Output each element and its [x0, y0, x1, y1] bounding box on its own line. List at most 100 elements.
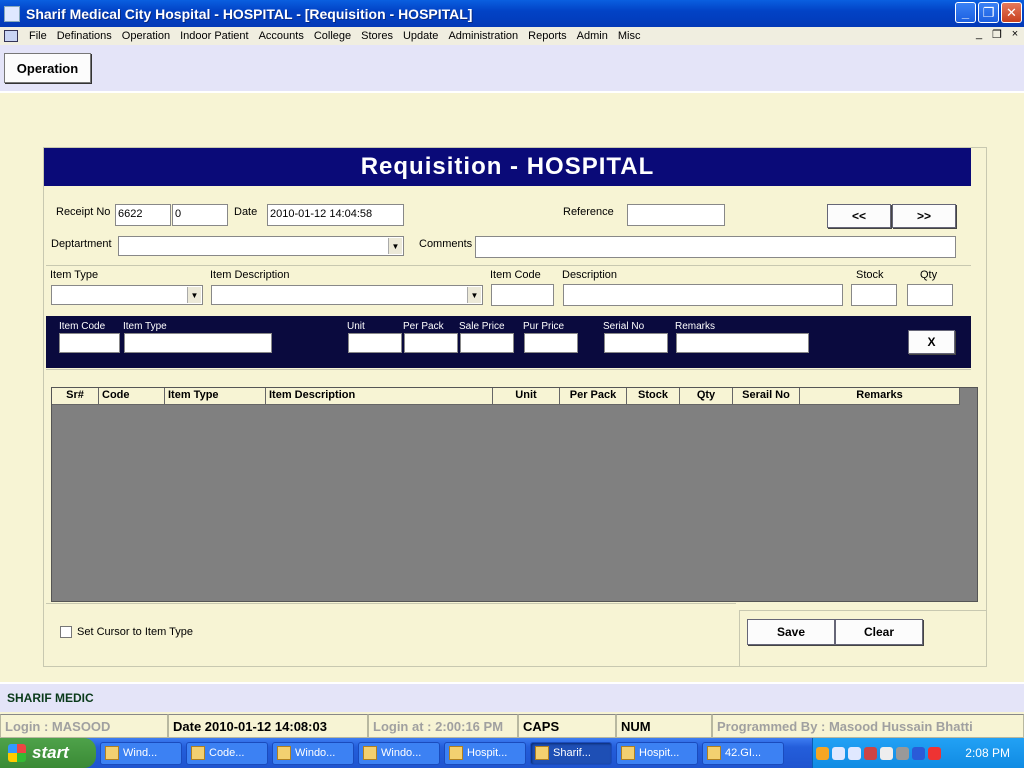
col-code[interactable]: Code [99, 388, 165, 405]
menu-stores[interactable]: Stores [356, 30, 398, 42]
comments-field[interactable] [475, 236, 956, 258]
menu-administration[interactable]: Administration [443, 30, 523, 42]
taskbar-item[interactable]: Hospit... [616, 741, 698, 765]
entry-serial-no-field[interactable] [604, 333, 668, 353]
start-button[interactable]: start [0, 738, 96, 768]
status-num: NUM [616, 714, 712, 738]
previous-button[interactable]: << [827, 204, 891, 228]
chevron-down-icon[interactable]: ▼ [388, 238, 402, 254]
toolbar: Operation [0, 45, 1024, 93]
col-sr[interactable]: Sr# [52, 388, 99, 405]
divider [46, 265, 971, 266]
save-button[interactable]: Save [747, 619, 835, 645]
entry-pur-price-field[interactable] [524, 333, 578, 353]
col-per-pack[interactable]: Per Pack [560, 388, 627, 405]
menu-reports[interactable]: Reports [523, 30, 572, 42]
stock-field[interactable] [851, 284, 897, 306]
menu-accounts[interactable]: Accounts [254, 30, 309, 42]
speech-icon[interactable] [880, 746, 893, 760]
menu-misc[interactable]: Misc [613, 30, 646, 42]
col-unit[interactable]: Unit [493, 388, 560, 405]
tray-icon[interactable] [912, 746, 925, 760]
close-button[interactable]: ✕ [1001, 2, 1022, 23]
tray-icon[interactable] [832, 746, 845, 760]
taskbar-item-label: Hospit... [467, 747, 508, 759]
taskbar-item-active[interactable]: Sharif... [530, 741, 612, 765]
item-type-select[interactable]: ▼ [51, 285, 203, 305]
taskbar-item[interactable]: Windo... [358, 741, 440, 765]
menu-admin[interactable]: Admin [572, 30, 613, 42]
entry-unit-field[interactable] [348, 333, 402, 353]
description-field[interactable] [563, 284, 843, 306]
entry-per-pack-field[interactable] [404, 333, 458, 353]
col-item-type[interactable]: Item Type [165, 388, 266, 405]
tray-icon[interactable] [864, 746, 877, 760]
clear-button[interactable]: Clear [835, 619, 923, 645]
mdi-close-button[interactable]: × [1008, 28, 1022, 41]
grid-header: Sr# Code Item Type Item Description Unit… [52, 388, 960, 405]
qty-field[interactable] [907, 284, 953, 306]
col-remarks[interactable]: Remarks [800, 388, 960, 405]
maximize-button[interactable]: ❐ [978, 2, 999, 23]
entry-sale-price-label: Sale Price [459, 321, 505, 332]
taskbar-item[interactable]: Wind... [100, 741, 182, 765]
entry-item-type-field[interactable] [124, 333, 272, 353]
set-cursor-checkbox[interactable] [60, 626, 72, 638]
mdi-child-icon[interactable] [4, 30, 18, 42]
tray-icon[interactable] [816, 746, 829, 760]
mdi-minimize-button[interactable]: _ [972, 28, 986, 41]
entry-sale-price-field[interactable] [460, 333, 514, 353]
entry-remarks-field[interactable] [676, 333, 809, 353]
taskbar-item[interactable]: 42.GI... [702, 741, 784, 765]
taskbar-item-label: Sharif... [553, 747, 591, 759]
status-date: Date 2010-01-12 14:08:03 [168, 714, 368, 738]
menu-indoor-patient[interactable]: Indoor Patient [175, 30, 254, 42]
system-tray: 2:08 PM [812, 738, 1024, 768]
chevron-down-icon[interactable]: ▼ [187, 287, 201, 303]
item-description-select[interactable]: ▼ [211, 285, 483, 305]
date-label: Date [234, 206, 258, 218]
reference-field[interactable] [627, 204, 725, 226]
entry-item-code-field[interactable] [59, 333, 120, 353]
clock[interactable]: 2:08 PM [965, 746, 1010, 760]
receipt-no-field[interactable]: 6622 [115, 204, 171, 226]
divider [46, 369, 971, 370]
window-title-bar[interactable]: Sharif Medical City Hospital - HOSPITAL … [0, 0, 1024, 27]
operation-button[interactable]: Operation [4, 53, 91, 83]
minimize-button[interactable]: _ [955, 2, 976, 23]
department-select[interactable]: ▼ [118, 236, 404, 256]
entry-unit-label: Unit [347, 321, 365, 332]
next-button[interactable]: >> [892, 204, 956, 228]
remove-item-button[interactable]: X [908, 330, 955, 354]
taskbar-item[interactable]: Windo... [272, 741, 354, 765]
menu-definations[interactable]: Definations [52, 30, 117, 42]
taskbar-item-label: Windo... [295, 747, 336, 759]
windows-icon [363, 746, 377, 760]
entry-serial-no-label: Serial No [603, 321, 645, 332]
menu-college[interactable]: College [309, 30, 356, 42]
col-item-description[interactable]: Item Description [266, 388, 493, 405]
item-code-field[interactable] [491, 284, 554, 306]
entry-per-pack-label: Per Pack [403, 321, 444, 332]
menu-operation[interactable]: Operation [117, 30, 175, 42]
taskbar-item[interactable]: Hospit... [444, 741, 526, 765]
date-field[interactable]: 2010-01-12 14:04:58 [267, 204, 404, 226]
col-stock[interactable]: Stock [627, 388, 680, 405]
menu-update[interactable]: Update [398, 30, 443, 42]
taskbar-item[interactable]: Code... [186, 741, 268, 765]
col-serial-no[interactable]: Serail No [733, 388, 800, 405]
mdi-restore-button[interactable]: ❐ [990, 28, 1004, 41]
item-code-label: Item Code [490, 269, 541, 281]
receipt-no-label: Receipt No [56, 206, 111, 218]
tray-icon[interactable] [896, 746, 909, 760]
items-grid[interactable]: Sr# Code Item Type Item Description Unit… [51, 387, 978, 602]
entry-item-type-label: Item Type [123, 321, 167, 332]
network-icon[interactable] [848, 746, 861, 760]
col-qty[interactable]: Qty [680, 388, 733, 405]
receipt-sub-field[interactable]: 0 [172, 204, 228, 226]
shield-icon[interactable] [928, 746, 941, 760]
folder-icon [621, 746, 635, 760]
footer-brand: SHARIF MEDIC [7, 691, 94, 705]
menu-file[interactable]: File [24, 30, 52, 42]
chevron-down-icon[interactable]: ▼ [467, 287, 481, 303]
